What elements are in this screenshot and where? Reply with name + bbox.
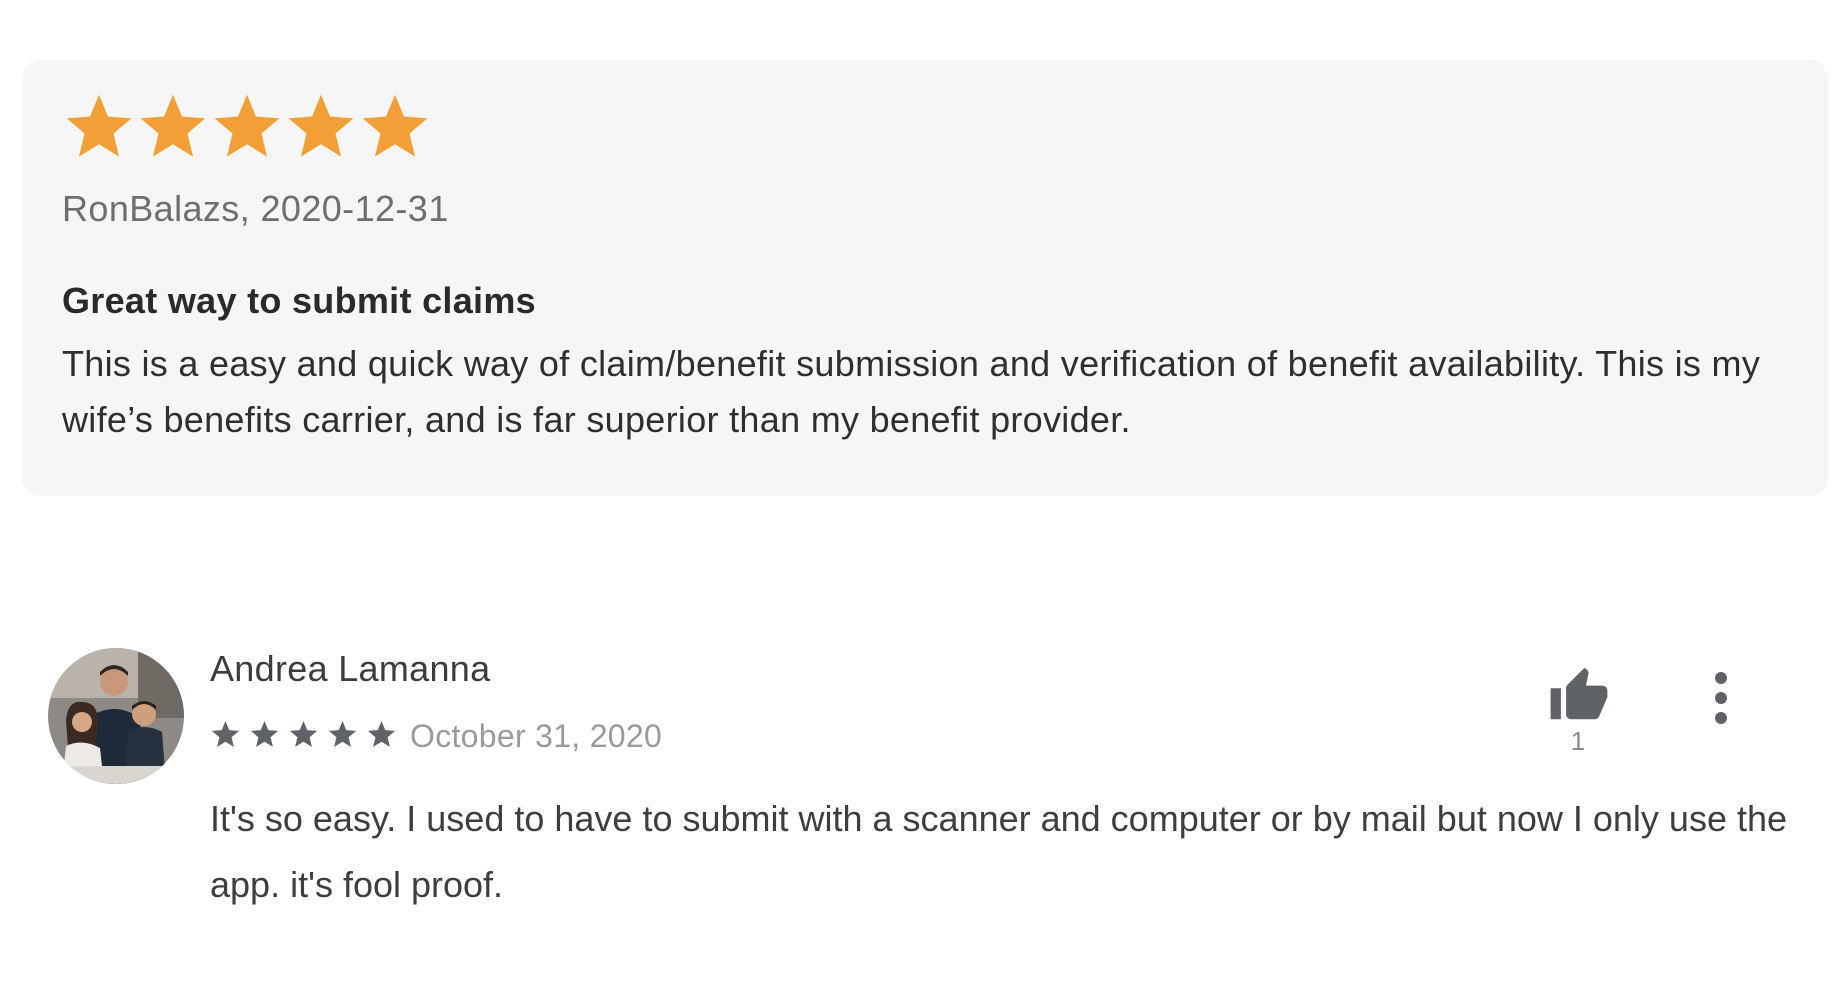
star-filled-icon [289,720,318,747]
playstore-review: Andrea Lamanna October 31, 2020 1 It's s… [48,648,1808,968]
review-date: October 31, 2020 [410,718,663,754]
helpful-count: 1 [1570,726,1586,756]
reviewer-name[interactable]: Andrea Lamanna [210,648,490,690]
menu-dot [1715,712,1727,724]
star-filled-icon [367,720,396,747]
menu-dot [1715,672,1727,684]
star-filled-icon [66,94,132,157]
review-body: This is a easy and quick way of claim/be… [62,343,1761,440]
helpful-button[interactable] [1534,656,1624,736]
appstore-review-card: RonBalazs, 2020-12-31 Great way to submi… [22,60,1828,496]
review-author-date: RonBalazs, 2020-12-31 [62,188,449,229]
star-filled-icon [214,94,280,157]
avatar[interactable] [48,648,184,784]
playstore-rating-stars [210,714,397,754]
star-filled-icon [250,720,279,747]
more-vert-icon[interactable] [1696,658,1746,738]
appstore-rating-stars [62,82,1828,172]
review-title: Great way to submit claims [62,280,536,321]
star-filled-icon [362,94,428,157]
star-filled-icon [328,720,357,747]
profile-photo [48,648,184,784]
thumbs-up-icon [1550,667,1608,720]
menu-dot [1715,692,1727,704]
star-filled-icon [140,94,206,157]
star-filled-icon [211,720,240,747]
review-body: It's so easy. I used to have to submit w… [210,798,1788,905]
star-filled-icon [288,94,354,157]
